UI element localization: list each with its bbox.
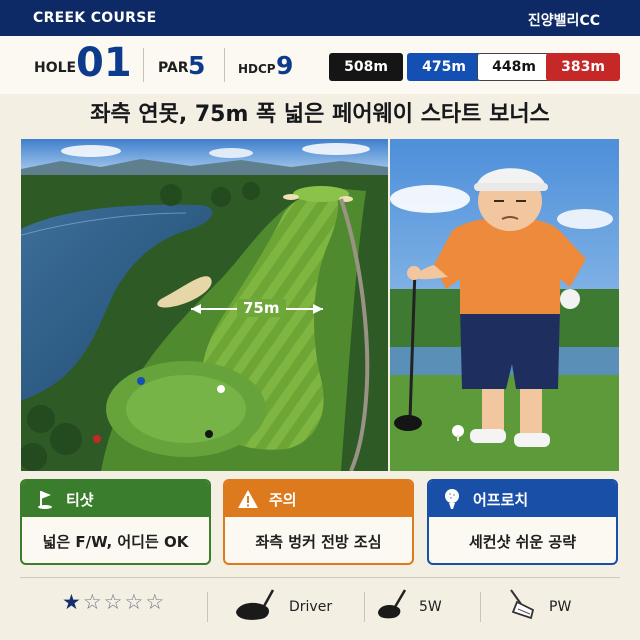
divider: [207, 592, 208, 622]
club-pw: PW: [505, 588, 571, 626]
golfer-image: [390, 139, 619, 471]
tee-red-distance: 383m: [546, 53, 620, 81]
star-empty-icon: ☆: [145, 590, 165, 614]
club-name: 진양밸리CC: [527, 13, 600, 29]
hole-headline: 좌측 연못, 75m 폭 넓은 페어웨이 스타트 보너스: [90, 102, 550, 127]
tee-black-distance: 508m: [329, 53, 403, 81]
star-empty-icon: ☆: [82, 590, 102, 614]
club-5w: 5W: [375, 588, 442, 626]
club-driver: Driver: [233, 588, 332, 626]
tee-distance-text: 475m: [422, 59, 466, 75]
tip-card-header: 주의: [225, 481, 412, 517]
tee-marker-blue: [137, 377, 145, 385]
par-label: PAR: [158, 60, 189, 76]
tee-distance-text: 508m: [344, 59, 388, 75]
warning-icon: [237, 488, 259, 510]
tee-distance-text: 383m: [561, 59, 605, 75]
tip-card-text: 좌측 벙커 전방 조심: [255, 532, 382, 551]
star-filled-icon: ★: [62, 590, 81, 614]
tip-card-title: 어프로치: [473, 490, 529, 509]
course-name: CREEK COURSE: [33, 10, 157, 26]
divider: [480, 592, 481, 622]
star-empty-icon: ☆: [103, 590, 123, 614]
tip-card-header: 티샷: [22, 481, 209, 517]
tee-marker-black: [205, 430, 213, 438]
tip-card-text: 세컨샷 쉬운 공략: [468, 532, 577, 551]
divider: [224, 48, 225, 82]
tip-card-text: 넓은 F/W, 어디든 OK: [42, 532, 189, 551]
hdcp-label: HDCP: [238, 62, 276, 76]
star-empty-icon: ☆: [124, 590, 144, 614]
golf-ball-on-tee-icon: [441, 488, 463, 510]
tip-card-caution: 주의 좌측 벙커 전방 조심: [223, 479, 414, 565]
tip-card-title: 주의: [269, 490, 297, 509]
tee-distance-text: 448m: [492, 59, 536, 75]
club-label: Driver: [289, 599, 333, 615]
golfer-illustration: [390, 139, 619, 471]
tee-blue-distance: 475m: [407, 53, 481, 81]
club-label: 5W: [419, 599, 442, 615]
top-bar: CREEK COURSE 진양밸리CC: [0, 0, 640, 36]
tee-marker-white: [217, 385, 225, 393]
tee-marker-red: [93, 435, 101, 443]
tip-card-title: 티샷: [66, 490, 94, 509]
hole-number: 01: [76, 40, 132, 86]
tee-white-distance: 448m: [477, 53, 551, 81]
divider: [143, 48, 144, 82]
iron-icon: [505, 588, 539, 626]
divider: [364, 592, 365, 622]
club-label: PW: [549, 599, 572, 615]
hole-label: HOLE: [34, 60, 77, 76]
divider: [20, 577, 620, 578]
hdcp-value: 9: [276, 51, 294, 80]
fairway-wood-icon: [375, 588, 409, 626]
flag-icon: [34, 488, 56, 510]
tip-card-tee-shot: 티샷 넓은 F/W, 어디든 OK: [20, 479, 211, 565]
par-value: 5: [188, 51, 206, 80]
tip-card-header: 어프로치: [429, 481, 616, 517]
tip-card-approach: 어프로치 세컨샷 쉬운 공략: [427, 479, 618, 565]
footer-bar: ★ ☆ ☆ ☆ ☆ Driver 5W PW: [0, 580, 640, 632]
difficulty-rating: ★ ☆ ☆ ☆ ☆: [62, 592, 164, 613]
driver-icon: [233, 588, 279, 626]
fairway-width-label: 75m: [237, 299, 286, 317]
hole-aerial-illustration: [21, 139, 388, 471]
hole-aerial-image: 75m: [21, 139, 388, 471]
